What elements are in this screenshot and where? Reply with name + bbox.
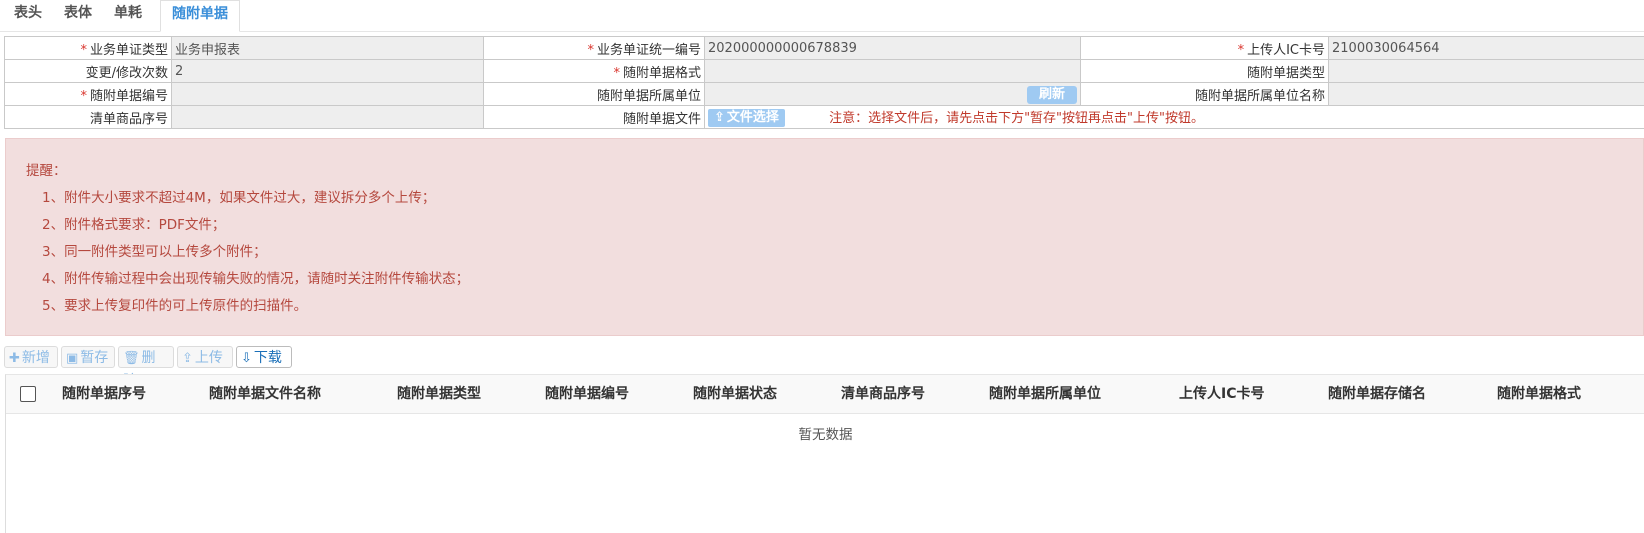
save-icon: ▣	[66, 351, 78, 366]
att-type-field[interactable]	[1329, 60, 1644, 83]
biz-doc-type-field[interactable]: 业务申报表	[172, 37, 484, 60]
upload-icon: ⇪	[182, 351, 193, 366]
col-goods-seq[interactable]: 清单商品序号	[841, 375, 925, 413]
plus-icon: ✚	[9, 351, 20, 366]
att-file-label: 随附单据文件	[484, 106, 705, 129]
save-button[interactable]: ▣暂存	[61, 346, 115, 368]
col-storage-name[interactable]: 随附单据存储名	[1328, 375, 1426, 413]
col-att-status[interactable]: 随附单据状态	[693, 375, 777, 413]
att-type-label: 随附单据类型	[1081, 60, 1329, 83]
attachment-grid: 随附单据序号 随附单据文件名称 随附单据类型 随附单据编号 随附单据状态 清单商…	[5, 374, 1644, 533]
biz-doc-type-label: *业务单证类型	[5, 37, 172, 60]
grid-header: 随附单据序号 随附单据文件名称 随附单据类型 随附单据编号 随附单据状态 清单商…	[6, 375, 1644, 414]
uploader-ic-field[interactable]: 2100030064564	[1329, 37, 1644, 60]
col-att-format[interactable]: 随附单据格式	[1497, 375, 1581, 413]
goods-seq-label: 清单商品序号	[5, 106, 172, 129]
goods-seq-field[interactable]	[172, 106, 484, 129]
tab-header[interactable]: 表头	[10, 0, 46, 30]
att-no-label: *随附单据编号	[5, 83, 172, 106]
reminder-item: 1、附件大小要求不超过4M，如果文件过大，建议拆分多个上传；	[42, 186, 435, 206]
tab-body[interactable]: 表体	[60, 0, 96, 30]
att-format-label: *随附单据格式	[484, 60, 705, 83]
select-all-checkbox[interactable]	[20, 386, 36, 402]
add-button[interactable]: ✚新增	[4, 346, 58, 368]
col-att-type[interactable]: 随附单据类型	[397, 375, 481, 413]
att-unit-label: 随附单据所属单位	[484, 83, 705, 106]
tab-bar: 表头 表体 单耗 随附单据	[0, 0, 1644, 32]
refresh-button[interactable]: 刷新	[1027, 86, 1077, 104]
att-format-field[interactable]	[705, 60, 1081, 83]
att-unit-field[interactable]: 刷新	[705, 83, 1081, 106]
download-icon: ⇩	[241, 351, 252, 366]
reminder-item: 4、附件传输过程中会出现传输失败的情况，请随时关注附件传输状态；	[42, 267, 469, 287]
uploader-ic-label: *上传人IC卡号	[1081, 37, 1329, 60]
col-att-unit[interactable]: 随附单据所属单位	[989, 375, 1101, 413]
att-file-cell: ⇪文件选择 注意：选择文件后，请先点击下方"暂存"按钮再点击"上传"按钮。	[705, 106, 1644, 129]
biz-doc-no-label: *业务单证统一编号	[484, 37, 705, 60]
file-select-button[interactable]: ⇪文件选择	[708, 109, 785, 127]
col-uploader-ic[interactable]: 上传人IC卡号	[1179, 375, 1264, 413]
change-count-field[interactable]: 2	[172, 60, 484, 83]
att-unit-name-label: 随附单据所属单位名称	[1081, 83, 1329, 106]
reminder-panel: 提醒： 1、附件大小要求不超过4M，如果文件过大，建议拆分多个上传； 2、附件格…	[5, 138, 1644, 336]
col-att-filename[interactable]: 随附单据文件名称	[209, 375, 321, 413]
reminder-item: 2、附件格式要求：PDF文件；	[42, 213, 225, 233]
att-unit-name-field[interactable]	[1329, 83, 1644, 106]
attachment-form: *业务单证类型 业务申报表 *业务单证统一编号 2020000000006788…	[4, 36, 1644, 129]
delete-button[interactable]: 🗑删除	[118, 346, 174, 368]
col-att-seq[interactable]: 随附单据序号	[62, 375, 146, 413]
upload-icon: ⇪	[714, 110, 725, 125]
biz-doc-no-field[interactable]: 202000000000678839	[705, 37, 1081, 60]
trash-icon: 🗑	[123, 351, 140, 366]
download-button[interactable]: ⇩下载	[236, 346, 292, 368]
col-att-no[interactable]: 随附单据编号	[545, 375, 629, 413]
reminder-title: 提醒：	[26, 159, 67, 179]
reminder-item: 5、要求上传复印件的可上传原件的扫描件。	[42, 294, 307, 314]
upload-button[interactable]: ⇪上传	[177, 346, 233, 368]
reminder-item: 3、同一附件类型可以上传多个附件；	[42, 240, 267, 260]
change-count-label: 变更/修改次数	[5, 60, 172, 83]
tab-consumption[interactable]: 单耗	[110, 0, 146, 30]
att-no-field[interactable]	[172, 83, 484, 106]
upload-notice: 注意：选择文件后，请先点击下方"暂存"按钮再点击"上传"按钮。	[829, 111, 1204, 126]
empty-message: 暂无数据	[6, 423, 1644, 443]
tab-attachments[interactable]: 随附单据	[160, 0, 240, 32]
